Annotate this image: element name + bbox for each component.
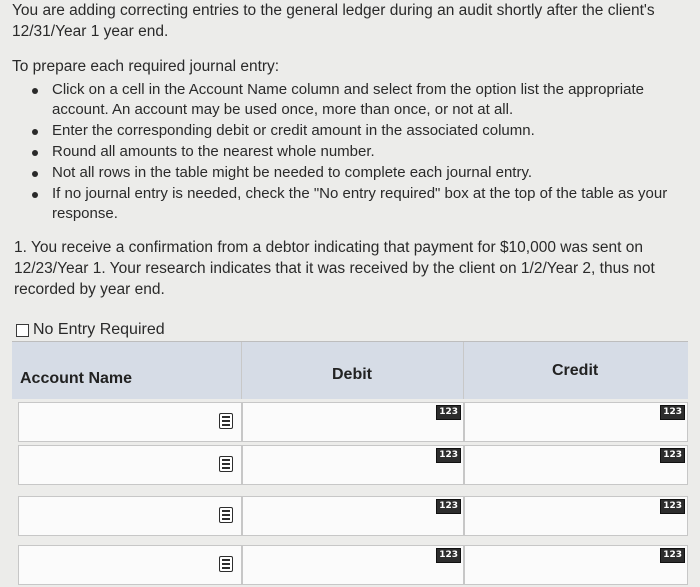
question-text: 1. You receive a confirmation from a deb… xyxy=(14,239,655,298)
debit-input[interactable]: 123 xyxy=(242,402,464,442)
column-divider xyxy=(463,342,464,399)
credit-header: Credit xyxy=(552,362,599,379)
list-select-icon[interactable] xyxy=(219,456,233,472)
debit-input[interactable]: 123 xyxy=(242,445,464,485)
debit-input[interactable]: 123 xyxy=(242,545,464,585)
table-row: 123 123 xyxy=(12,545,688,585)
numeric-input-icon: 123 xyxy=(660,405,685,420)
table-header: Account Name Debit Credit xyxy=(12,341,688,399)
account-name-cell[interactable] xyxy=(18,545,242,585)
account-name-cell[interactable] xyxy=(18,445,242,485)
numeric-input-icon: 123 xyxy=(436,448,461,463)
bullet-icon xyxy=(32,88,38,94)
credit-input[interactable]: 123 xyxy=(464,402,688,442)
checkbox-icon[interactable] xyxy=(16,323,29,337)
bullet-icon xyxy=(32,192,38,198)
account-name-cell[interactable] xyxy=(18,402,242,442)
column-divider xyxy=(241,342,242,399)
credit-input[interactable]: 123 xyxy=(464,545,688,585)
list-select-icon[interactable] xyxy=(219,507,233,523)
bullet-icon xyxy=(32,129,38,135)
numeric-input-icon: 123 xyxy=(660,548,685,563)
bullet-icon xyxy=(32,171,38,177)
instructions-list: Click on a cell in the Account Name colu… xyxy=(22,80,682,225)
account-name-cell[interactable] xyxy=(18,496,242,536)
instruction-item: Not all rows in the table might be neede… xyxy=(22,163,682,183)
numeric-input-icon: 123 xyxy=(436,548,461,563)
no-entry-required-label: No Entry Required xyxy=(33,321,165,338)
no-entry-required-checkbox[interactable]: No Entry Required xyxy=(16,321,165,339)
debit-header: Debit xyxy=(332,366,372,383)
debit-input[interactable]: 123 xyxy=(242,496,464,536)
instructions-title: To prepare each required journal entry: xyxy=(12,58,280,75)
journal-entry-table: Account Name Debit Credit 123 123 123 12… xyxy=(12,341,688,587)
instruction-item: Click on a cell in the Account Name colu… xyxy=(22,80,682,120)
table-row: 123 123 xyxy=(12,496,688,536)
numeric-input-icon: 123 xyxy=(436,405,461,420)
table-row: 123 123 xyxy=(12,445,688,485)
instruction-item: If no journal entry is needed, check the… xyxy=(22,184,682,224)
credit-input[interactable]: 123 xyxy=(464,496,688,536)
numeric-input-icon: 123 xyxy=(660,499,685,514)
numeric-input-icon: 123 xyxy=(436,499,461,514)
instruction-item: Enter the corresponding debit or credit … xyxy=(22,121,682,141)
list-select-icon[interactable] xyxy=(219,556,233,572)
account-name-header: Account Name xyxy=(20,370,133,387)
intro-text: You are adding correcting entries to the… xyxy=(12,2,655,40)
table-row: 123 123 xyxy=(12,402,688,442)
instruction-item: Round all amounts to the nearest whole n… xyxy=(22,142,682,162)
credit-input[interactable]: 123 xyxy=(464,445,688,485)
list-select-icon[interactable] xyxy=(219,413,233,429)
bullet-icon xyxy=(32,150,38,156)
numeric-input-icon: 123 xyxy=(660,448,685,463)
